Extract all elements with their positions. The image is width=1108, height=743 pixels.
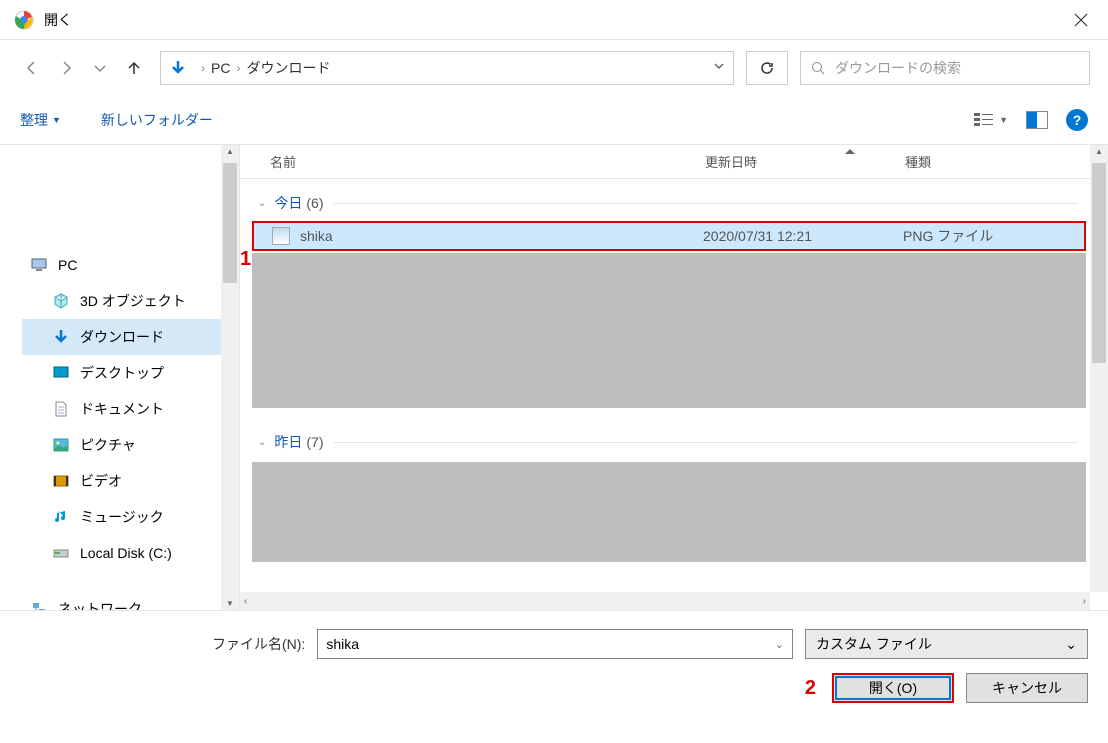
sidebar-disk[interactable]: Local Disk (C:) — [22, 535, 239, 571]
search-placeholder: ダウンロードの検索 — [835, 58, 961, 78]
sidebar-desktop[interactable]: デスクトップ — [22, 355, 239, 391]
file-date: 2020/07/31 12:21 — [703, 228, 903, 244]
organize-menu[interactable]: 整理▼ — [20, 110, 61, 130]
up-button[interactable] — [120, 54, 148, 82]
open-button[interactable]: 開く(O) — [832, 673, 954, 703]
image-file-icon — [272, 227, 290, 245]
chevron-right-icon: › — [236, 61, 240, 75]
content-scrollbar[interactable] — [1090, 145, 1108, 592]
redacted-area — [252, 253, 1086, 408]
caret-down-icon: ⌄ — [1065, 636, 1077, 653]
help-button[interactable]: ? — [1066, 109, 1088, 131]
view-menu[interactable]: ▼ — [973, 112, 1008, 128]
file-name: shika — [300, 228, 703, 244]
video-icon — [52, 472, 70, 490]
navbar: › PC › ダウンロード ダウンロードの検索 — [0, 40, 1108, 95]
new-folder-button[interactable]: 新しいフォルダー — [101, 110, 213, 130]
chevron-down-icon: ⌄ — [258, 198, 266, 209]
bottom-panel: ファイル名(N): shika ⌄ カスタム ファイル ⌄ 2 開く(O) キャ… — [0, 610, 1108, 715]
address-bar[interactable]: › PC › ダウンロード — [160, 51, 734, 85]
sidebar-videos[interactable]: ビデオ — [22, 463, 239, 499]
sidebar-downloads[interactable]: ダウンロード — [22, 319, 239, 355]
history-caret[interactable] — [86, 54, 114, 82]
annotation-1: 1 — [240, 248, 251, 271]
cancel-button[interactable]: キャンセル — [966, 673, 1088, 703]
filename-input[interactable]: shika ⌄ — [317, 629, 793, 659]
group-today[interactable]: ⌄ 今日 (6) — [240, 179, 1108, 221]
sidebar-documents[interactable]: ドキュメント — [22, 391, 239, 427]
titlebar: 開く — [0, 0, 1108, 40]
filename-label: ファイル名(N): — [212, 634, 305, 654]
search-input[interactable]: ダウンロードの検索 — [800, 51, 1090, 85]
sidebar: PC 3D オブジェクト ダウンロード デスクトップ ドキュメント ピクチャ ビ… — [0, 145, 240, 610]
breadcrumb-folder[interactable]: ダウンロード — [246, 58, 330, 78]
search-icon — [811, 61, 825, 75]
sidebar-pictures[interactable]: ピクチャ — [22, 427, 239, 463]
file-list: 名前 更新日時 種類 ⌄ 今日 (6) shika 2020/07/31 12:… — [240, 145, 1108, 610]
network-icon — [30, 600, 48, 610]
pictures-icon — [52, 436, 70, 454]
music-icon — [52, 508, 70, 526]
disk-icon — [52, 544, 70, 562]
document-icon — [52, 400, 70, 418]
pc-icon — [30, 256, 48, 274]
back-button[interactable] — [18, 54, 46, 82]
sidebar-network[interactable]: ネットワーク — [0, 591, 239, 610]
address-caret-icon[interactable] — [713, 59, 725, 77]
col-name[interactable]: 名前 — [270, 152, 705, 171]
annotation-2: 2 — [805, 677, 816, 700]
chevron-right-icon: › — [201, 61, 205, 75]
forward-button[interactable] — [52, 54, 80, 82]
toolbar: 整理▼ 新しいフォルダー ▼ ? — [0, 95, 1108, 145]
caret-down-icon[interactable]: ⌄ — [775, 638, 784, 651]
download-icon — [52, 328, 70, 346]
cube-icon — [52, 292, 70, 310]
chrome-icon — [14, 10, 34, 30]
col-type[interactable]: 種類 — [905, 152, 1055, 171]
file-row-selected[interactable]: shika 2020/07/31 12:21 PNG ファイル — [252, 221, 1086, 251]
folder-down-icon — [169, 59, 187, 77]
filetype-filter[interactable]: カスタム ファイル ⌄ — [805, 629, 1088, 659]
col-date[interactable]: 更新日時 — [705, 152, 905, 171]
horizontal-scrollbar[interactable]: ‹› — [240, 592, 1090, 610]
sidebar-pc[interactable]: PC — [0, 247, 239, 283]
main: PC 3D オブジェクト ダウンロード デスクトップ ドキュメント ピクチャ ビ… — [0, 145, 1108, 610]
sidebar-3d[interactable]: 3D オブジェクト — [22, 283, 239, 319]
file-type: PNG ファイル — [903, 226, 993, 246]
group-yesterday[interactable]: ⌄ 昨日 (7) — [240, 418, 1108, 460]
redacted-area — [252, 462, 1086, 562]
desktop-icon — [52, 364, 70, 382]
close-button[interactable] — [1058, 0, 1104, 40]
column-headers[interactable]: 名前 更新日時 種類 — [240, 145, 1108, 179]
sidebar-music[interactable]: ミュージック — [22, 499, 239, 535]
preview-toggle[interactable] — [1026, 111, 1048, 129]
breadcrumb-root[interactable]: PC — [211, 60, 230, 76]
sidebar-scrollbar[interactable] — [221, 145, 239, 610]
refresh-button[interactable] — [746, 51, 788, 85]
window-title: 開く — [44, 10, 72, 30]
chevron-down-icon: ⌄ — [258, 437, 266, 448]
